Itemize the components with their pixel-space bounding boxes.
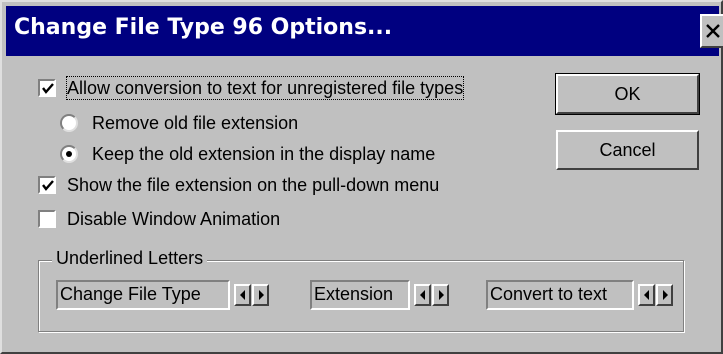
change-file-type-spin-right[interactable] — [252, 284, 269, 306]
convert-to-text-spin-left[interactable] — [638, 284, 655, 306]
arrow-left-icon — [420, 290, 425, 300]
remove-extension-label[interactable]: Remove old file extension — [92, 112, 298, 134]
underlined-letters-label: Underlined Letters — [52, 247, 208, 269]
keep-extension-label[interactable]: Keep the old extension in the display na… — [92, 143, 435, 165]
extension-field[interactable]: Extension — [310, 280, 410, 310]
arrow-right-icon — [259, 290, 264, 300]
disable-animation-checkbox[interactable] — [38, 210, 56, 228]
window-title: Change File Type 96 Options... — [14, 15, 393, 40]
arrow-right-icon — [439, 290, 444, 300]
arrow-left-icon — [240, 290, 245, 300]
checkmark-icon — [42, 83, 54, 94]
close-icon — [706, 24, 720, 38]
cancel-button[interactable]: Cancel — [556, 130, 699, 170]
remove-extension-radio[interactable] — [60, 114, 78, 132]
checkmark-icon — [42, 180, 54, 191]
extension-spin-left[interactable] — [414, 284, 431, 306]
allow-conversion-checkbox[interactable] — [38, 79, 56, 97]
arrow-left-icon — [644, 290, 649, 300]
disable-animation-label[interactable]: Disable Window Animation — [67, 208, 280, 230]
show-extension-label[interactable]: Show the file extension on the pull-down… — [67, 174, 439, 196]
arrow-right-icon — [663, 290, 668, 300]
convert-to-text-field[interactable]: Convert to text — [486, 280, 634, 310]
change-file-type-field[interactable]: Change File Type — [56, 280, 230, 310]
show-extension-checkbox[interactable] — [38, 176, 56, 194]
close-button[interactable] — [700, 14, 723, 48]
title-bar[interactable]: Change File Type 96 Options... — [6, 6, 723, 56]
keep-extension-radio[interactable] — [60, 145, 78, 163]
convert-to-text-spin-right[interactable] — [656, 284, 673, 306]
allow-conversion-label[interactable]: Allow conversion to text for unregistere… — [65, 76, 465, 100]
ok-button[interactable]: OK — [555, 73, 700, 115]
radio-selected-dot — [66, 151, 72, 157]
extension-spin-right[interactable] — [432, 284, 449, 306]
change-file-type-spin-left[interactable] — [234, 284, 251, 306]
